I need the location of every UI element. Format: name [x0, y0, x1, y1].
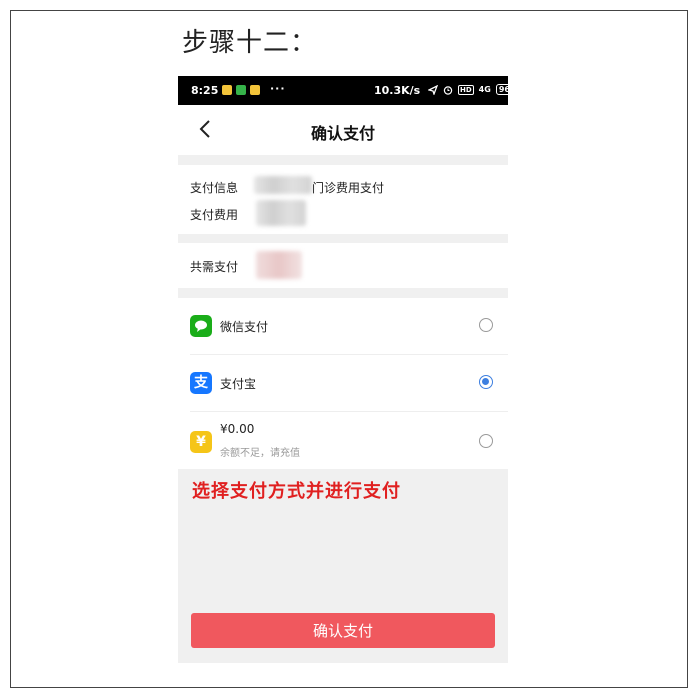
status-time: 8:25 — [191, 84, 219, 97]
instruction-annotation: 选择支付方式并进行支付 — [192, 481, 401, 502]
chat-bubble-icon — [195, 320, 207, 332]
payment-info-label: 支付信息 — [190, 181, 239, 195]
notification-icon-green — [236, 85, 246, 95]
payment-method-alipay[interactable]: 支 支付宝 — [178, 355, 508, 412]
radio-alipay[interactable] — [479, 375, 493, 389]
balance-coin-icon: ¥ — [190, 431, 212, 453]
payment-method-label: 微信支付 — [220, 320, 269, 334]
alarm-icon — [443, 85, 453, 95]
redacted-payment-fee — [256, 200, 306, 226]
status-icons-right: HD 4G 96 — [428, 84, 508, 95]
payment-info-section: 支付信息 门诊费用支付 支付费用 — [178, 165, 508, 234]
alipay-icon: 支 — [190, 372, 212, 394]
total-label: 共需支付 — [190, 260, 239, 274]
page-title: 确认支付 — [310, 124, 375, 143]
balance-amount: ¥0.00 — [220, 422, 255, 436]
battery-icon: 96 — [495, 84, 508, 95]
notification-icon-yellow — [222, 85, 232, 95]
payment-fee-label: 支付费用 — [190, 208, 239, 222]
redacted-payment-info — [254, 176, 312, 194]
more-notifications-icon: ··· — [270, 82, 286, 95]
nav-bar: 确认支付 — [178, 105, 508, 155]
radio-wechat[interactable] — [479, 318, 493, 332]
total-section: 共需支付 — [178, 243, 508, 288]
wechat-pay-icon — [190, 315, 212, 337]
phone-screen: 8:25 ··· 10.3K/s HD 4G 96 确认支付 支付信息 门诊费用… — [178, 76, 508, 663]
balance-insufficient-note: 余额不足，请充值 — [220, 448, 300, 459]
notification-icon-yellow-2 — [250, 85, 260, 95]
hd-icon: HD — [458, 84, 474, 95]
payment-method-label: 支付宝 — [220, 377, 257, 391]
payment-method-balance[interactable]: ¥ ¥0.00 余额不足，请充值 — [178, 412, 508, 469]
notification-icons — [222, 85, 260, 95]
confirm-payment-button[interactable]: 确认支付 — [191, 613, 495, 648]
network-speed: 10.3K/s — [374, 84, 421, 97]
redacted-total-amount — [256, 251, 302, 279]
step-title: 步骤十二： — [182, 28, 318, 58]
payment-info-value: 门诊费用支付 — [312, 181, 385, 195]
radio-balance[interactable] — [479, 434, 493, 448]
status-bar: 8:25 ··· 10.3K/s HD 4G 96 — [178, 76, 508, 105]
signal-icon: 4G — [478, 85, 491, 94]
payment-method-wechat[interactable]: 微信支付 — [178, 298, 508, 355]
payment-methods-section: 微信支付 支 支付宝 ¥ ¥0.00 余额不足，请充值 — [178, 298, 508, 469]
location-icon — [428, 84, 438, 95]
